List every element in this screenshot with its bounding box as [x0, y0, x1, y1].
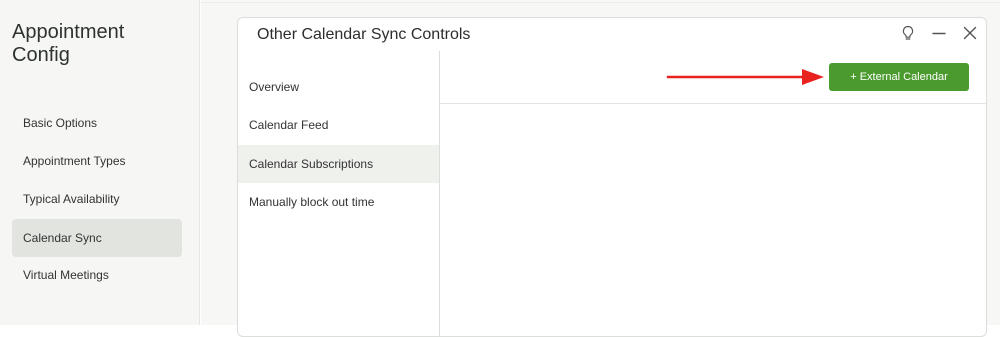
lightbulb-icon[interactable]	[899, 24, 917, 42]
panel-tabs: Overview Calendar Feed Calendar Subscrip…	[238, 51, 440, 336]
sidebar-item-typical-availability[interactable]: Typical Availability	[12, 180, 182, 218]
arrow-right-icon	[666, 67, 826, 87]
toolbar-divider	[440, 103, 986, 104]
sidebar-title: Appointment Config	[12, 21, 125, 66]
sidebar-item-virtual-meetings[interactable]: Virtual Meetings	[12, 256, 182, 294]
minimize-icon[interactable]	[930, 24, 948, 42]
close-icon[interactable]	[961, 24, 979, 42]
add-external-calendar-button[interactable]: + External Calendar	[829, 63, 969, 91]
divider	[201, 2, 1000, 3]
panel-title: Other Calendar Sync Controls	[257, 26, 471, 43]
sidebar-item-calendar-sync[interactable]: Calendar Sync	[12, 219, 182, 257]
sidebar-item-basic-options[interactable]: Basic Options	[12, 104, 182, 142]
sidebar-item-appointment-types[interactable]: Appointment Types	[12, 142, 182, 180]
tab-overview[interactable]: Overview	[238, 68, 439, 106]
sidebar: Appointment Config Basic Options Appoint…	[0, 0, 200, 325]
tab-manually-block-out-time[interactable]: Manually block out time	[238, 183, 439, 221]
tab-calendar-feed[interactable]: Calendar Feed	[238, 106, 439, 144]
calendar-sync-panel: Other Calendar Sync Controls Overview Ca…	[237, 17, 987, 337]
tab-calendar-subscriptions[interactable]: Calendar Subscriptions	[238, 145, 439, 183]
